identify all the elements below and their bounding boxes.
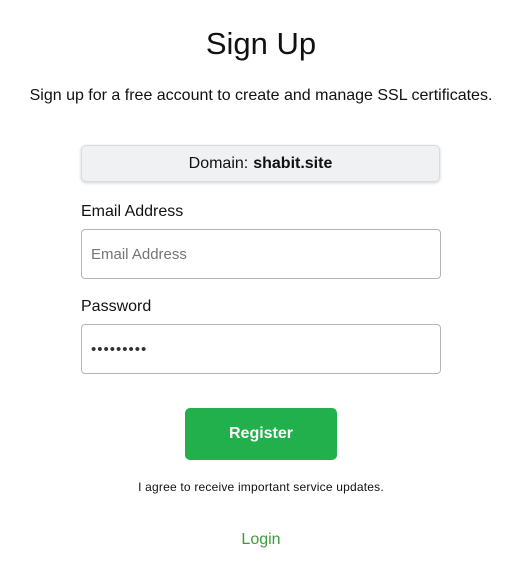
domain-label: Domain: [188, 154, 249, 172]
agree-text: I agree to receive important service upd… [138, 480, 384, 494]
email-input[interactable] [81, 229, 441, 279]
register-button[interactable]: Register [185, 408, 337, 460]
domain-box: Domain: shabit.site [81, 145, 440, 182]
page-title: Sign Up [205, 26, 317, 61]
email-label: Email Address [81, 203, 184, 220]
password-label: Password [81, 298, 152, 315]
domain-value: shabit.site [253, 154, 333, 172]
page-subtitle: Sign up for a free account to create and… [29, 87, 493, 104]
password-input[interactable] [81, 324, 441, 374]
signup-page: Sign Up Sign up for a free account to cr… [0, 0, 522, 585]
login-link[interactable]: Login [241, 531, 280, 548]
login-link-row: Login [0, 531, 522, 549]
